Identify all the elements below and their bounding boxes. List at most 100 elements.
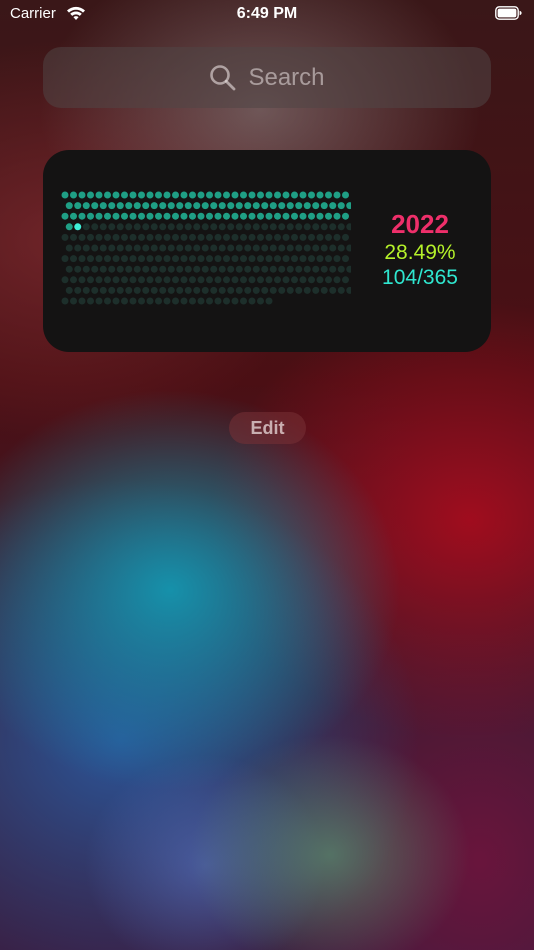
- day-dot: [337, 244, 345, 252]
- day-dot: [346, 223, 351, 231]
- day-dot: [197, 212, 205, 220]
- day-dot: [206, 276, 213, 284]
- percent-label: 28.49%: [384, 240, 456, 264]
- day-dot: [184, 202, 192, 210]
- day-dot: [65, 286, 73, 294]
- day-dot: [244, 223, 252, 231]
- day-dot: [201, 244, 209, 252]
- day-dot-grid: [61, 191, 351, 305]
- search-bar[interactable]: Search: [43, 47, 491, 108]
- day-dot: [180, 297, 188, 305]
- day-dot: [116, 265, 124, 273]
- day-dot: [286, 286, 294, 294]
- day-dot: [61, 233, 69, 241]
- day-dot: [210, 223, 218, 231]
- day-dot: [163, 191, 171, 199]
- day-dot: [214, 297, 222, 305]
- day-dot: [176, 286, 184, 294]
- day-dot: [342, 191, 349, 199]
- day-dot: [231, 233, 239, 241]
- day-dot: [176, 223, 184, 231]
- day-dot: [112, 276, 120, 284]
- day-dot: [308, 212, 315, 220]
- day-dot: [286, 202, 294, 210]
- day-dot: [252, 223, 260, 231]
- day-dot: [278, 202, 286, 210]
- day-dot: [261, 286, 269, 294]
- day-dot: [87, 233, 94, 241]
- day-dot: [91, 286, 99, 294]
- battery-icon: [495, 6, 522, 20]
- day-dot: [231, 212, 239, 220]
- day-dot: [108, 286, 116, 294]
- day-dot: [214, 233, 222, 241]
- day-dot: [274, 212, 281, 220]
- day-dot: [291, 255, 298, 263]
- day-dot: [74, 223, 82, 231]
- day-dot: [223, 255, 230, 263]
- day-dot: [70, 297, 77, 305]
- day-dot: [295, 265, 303, 273]
- day-dot: [70, 233, 77, 241]
- day-dot: [303, 223, 311, 231]
- day-dot: [295, 223, 303, 231]
- day-dot: [112, 191, 120, 199]
- day-dot: [146, 212, 154, 220]
- day-dot: [159, 223, 167, 231]
- day-dot: [286, 244, 294, 252]
- day-dot: [265, 255, 273, 263]
- day-dot: [269, 223, 277, 231]
- day-dot: [150, 202, 158, 210]
- day-dot: [227, 265, 235, 273]
- day-dot: [159, 265, 167, 273]
- day-dot: [312, 286, 320, 294]
- day-dot: [261, 265, 269, 273]
- status-bar: Carrier 6:49 PM: [0, 0, 534, 30]
- day-dot: [282, 212, 290, 220]
- day-dot: [282, 255, 290, 263]
- day-dot: [342, 255, 349, 263]
- day-dot: [337, 223, 345, 231]
- day-dot: [82, 244, 90, 252]
- search-icon: [210, 65, 236, 91]
- day-dot: [342, 212, 349, 220]
- day-dot: [337, 265, 345, 273]
- day-dot: [265, 191, 273, 199]
- year-progress-widget[interactable]: 2022 28.49% 104/365: [43, 150, 491, 352]
- day-dot: [116, 202, 124, 210]
- day-dot: [176, 244, 184, 252]
- day-dot: [261, 223, 269, 231]
- day-dot: [95, 276, 103, 284]
- day-dot: [167, 244, 175, 252]
- day-dot: [291, 212, 298, 220]
- day-dot: [138, 212, 145, 220]
- day-dot: [218, 265, 226, 273]
- day-dot: [61, 255, 69, 263]
- day-dot: [278, 286, 286, 294]
- day-dot: [65, 202, 73, 210]
- day-dot: [325, 276, 332, 284]
- day-dot: [82, 223, 90, 231]
- day-dot: [172, 276, 179, 284]
- day-dot: [257, 255, 264, 263]
- edit-button[interactable]: Edit: [229, 412, 306, 444]
- day-dot: [70, 276, 77, 284]
- day-dot: [82, 265, 90, 273]
- day-dot: [61, 212, 69, 220]
- day-dot: [133, 286, 141, 294]
- day-dot: [282, 233, 290, 241]
- day-dot: [308, 191, 315, 199]
- day-dot: [150, 286, 158, 294]
- day-dot: [74, 286, 82, 294]
- day-dot: [223, 212, 230, 220]
- day-dot: [74, 244, 82, 252]
- day-dot: [138, 233, 145, 241]
- day-dot: [82, 286, 90, 294]
- day-dot: [201, 286, 209, 294]
- day-dot: [329, 202, 337, 210]
- day-dot: [325, 212, 332, 220]
- day-dot: [167, 265, 175, 273]
- day-dot: [210, 286, 218, 294]
- day-dot: [150, 265, 158, 273]
- day-dot: [274, 191, 281, 199]
